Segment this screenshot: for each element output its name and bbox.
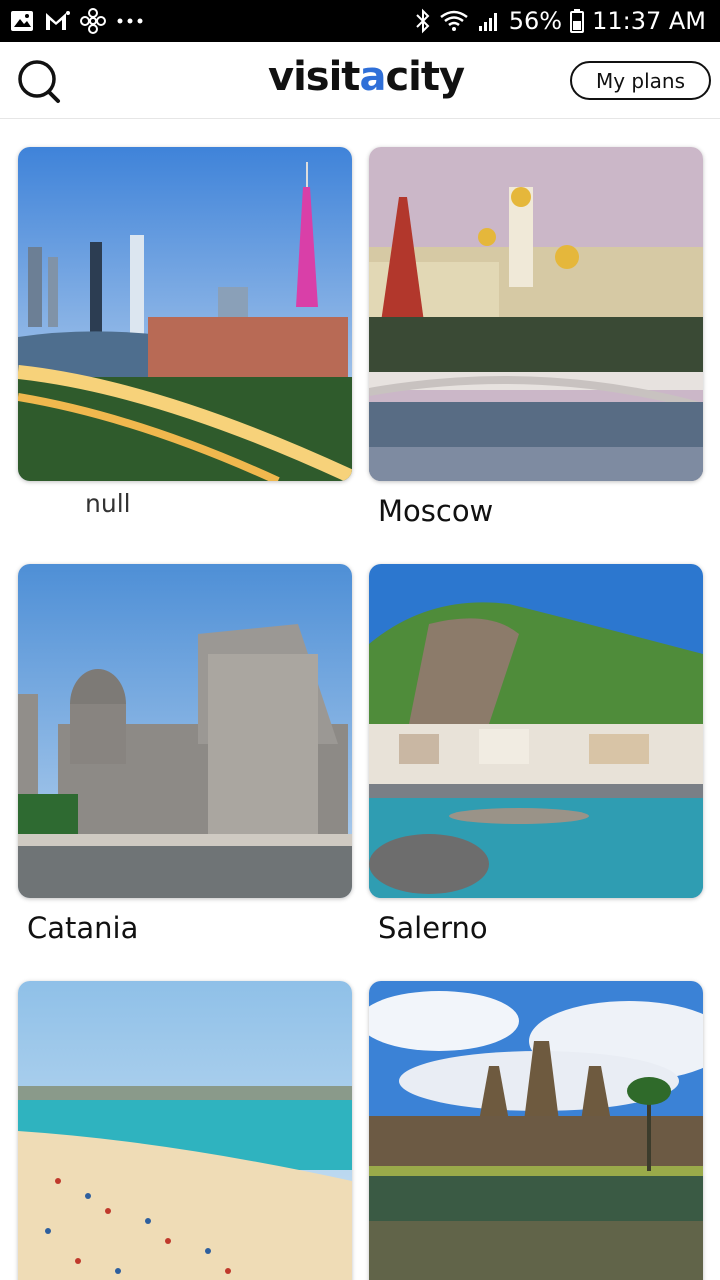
- city-card[interactable]: [369, 981, 703, 1280]
- city-name: null: [85, 489, 131, 518]
- status-bar: 56% 11:37 AM: [0, 0, 720, 42]
- wifi-icon: [439, 9, 469, 33]
- battery-icon: [570, 9, 585, 33]
- bluetooth-icon: [415, 8, 431, 34]
- image-icon: [10, 10, 34, 32]
- city-card[interactable]: Salerno: [369, 564, 703, 954]
- city-name: Catania: [27, 911, 139, 945]
- visitacity-logo: visitacity: [268, 54, 465, 100]
- city-card[interactable]: Catania: [18, 564, 352, 954]
- city-image: [18, 147, 352, 481]
- search-icon: [18, 60, 60, 103]
- city-name: Salerno: [378, 911, 488, 945]
- city-image: [18, 564, 352, 898]
- city-image: [369, 564, 703, 898]
- fan-icon: [80, 8, 106, 34]
- gmail-icon: [44, 10, 70, 32]
- logo-accent: a: [359, 54, 386, 100]
- clock: 11:37 AM: [592, 7, 706, 35]
- notification-icons: [10, 7, 144, 35]
- logo-suffix: city: [385, 54, 465, 100]
- city-card[interactable]: null: [18, 147, 352, 537]
- battery-percent: 56%: [508, 7, 563, 35]
- system-status: 56% 11:37 AM: [415, 5, 706, 37]
- my-plans-button[interactable]: My plans: [570, 61, 711, 100]
- city-image: [369, 147, 703, 481]
- search-button[interactable]: [14, 58, 64, 106]
- city-card[interactable]: Moscow: [369, 147, 703, 537]
- city-image: [18, 981, 352, 1280]
- more-icon: [116, 16, 144, 26]
- city-image: [369, 981, 703, 1280]
- app-header: visitacity My plans: [0, 42, 720, 119]
- logo-prefix: visit: [268, 54, 360, 100]
- signal-icon: [477, 9, 501, 33]
- city-card[interactable]: [18, 981, 352, 1280]
- city-name: Moscow: [378, 494, 494, 528]
